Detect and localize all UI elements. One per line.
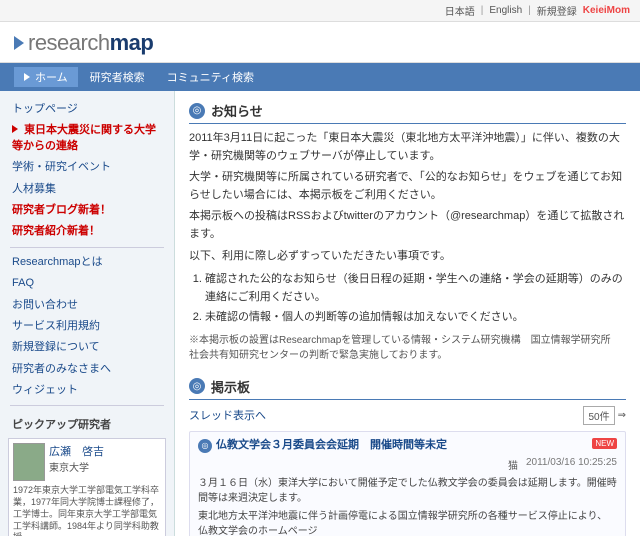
- post-datetime-1: 2011/03/16 10:25:25: [526, 457, 617, 472]
- nav-home[interactable]: ホーム: [14, 67, 78, 87]
- notice-para-4: 以下、利用に際し必ずすっていただきたい事項です。: [189, 248, 626, 266]
- post-item-1: ◎ 仏教文学会３月委員会会延期 開催時間等未定 NEW 猫 2011/03/16…: [189, 431, 626, 536]
- sidebar-item-blog[interactable]: 研究者ブログ新着！: [0, 200, 174, 221]
- sidebar-item-earthquake[interactable]: 東日本大震災に関する大学等からの連絡: [0, 120, 174, 157]
- pickup-title: ピックアップ研究者: [0, 412, 174, 434]
- sidebar-item-about[interactable]: Researchmapとは: [0, 252, 174, 273]
- notice-section: ◎ お知らせ 2011年3月11日に起こった「東日本大震災（東北地方太平洋沖地震…: [189, 101, 626, 363]
- nav-researcher-search[interactable]: 研究者検索: [80, 67, 155, 87]
- notice-section-title: お知らせ: [211, 101, 263, 120]
- sidebar-events-label: 学術・研究イベント: [12, 161, 111, 173]
- notice-list-item-1: 確認された公的なお知らせ（後日日程の延期・学生への連絡・学会の延期等）のみの連絡…: [205, 271, 626, 306]
- lang-separator: |: [481, 5, 484, 16]
- sidebar-item-widget[interactable]: ウィジェット: [0, 380, 174, 401]
- pickup-info: 広瀬 啓吉 東京大学: [49, 443, 104, 474]
- notice-footer: ※本掲示板の設置はResearchmapを管理している情報・システム研究機構 国…: [189, 333, 626, 363]
- separator-2: |: [528, 5, 531, 16]
- sidebar-item-terms[interactable]: サービス利用規約: [0, 316, 174, 337]
- notice-section-header: ◎ お知らせ: [189, 101, 626, 124]
- sidebar-item-contact[interactable]: お問い合わせ: [0, 295, 174, 316]
- sidebar-arrow-icon: [12, 125, 18, 133]
- pickup-photo: [13, 443, 45, 481]
- sidebar: トップページ 東日本大震災に関する大学等からの連絡 学術・研究イベント 人材募集…: [0, 91, 175, 536]
- board-section: ◎ 掲示板 スレッド表示へ 50件 ⇒ ◎ 仏教文学会３月委員会会延期 開催時間…: [189, 377, 626, 536]
- post-new-badge-1: NEW: [592, 438, 617, 449]
- header: researchmap: [0, 22, 640, 63]
- sidebar-item-register[interactable]: 新規登録について: [0, 337, 174, 358]
- post-meta-1: 猫 2011/03/16 10:25:25: [198, 457, 617, 472]
- sidebar-terms-label: サービス利用規約: [12, 320, 100, 332]
- new-registration-link[interactable]: 新規登録: [537, 3, 577, 18]
- board-count-icon: ⇒: [618, 410, 626, 421]
- pickup-university: 東京大学: [49, 459, 104, 474]
- sidebar-item-intro[interactable]: 研究者紹介新着！: [0, 221, 174, 242]
- pickup-name[interactable]: 広瀬 啓吉: [49, 443, 104, 459]
- nav-community-search[interactable]: コミュニティ検索: [157, 67, 264, 87]
- main-nav: ホーム 研究者検索 コミュニティ検索: [0, 63, 640, 91]
- notice-para-2: 大学・研究機関等に所属されている研究者で、「公的なお知らせ」をウェブを通じてお知…: [189, 169, 626, 204]
- lang-ja-link[interactable]: 日本語: [445, 3, 475, 18]
- post-body-text-2: 東北地方太平洋沖地震に伴う計画停電による国立情報学研究所の各種サービス停止により…: [198, 509, 617, 536]
- sidebar-nav-section: トップページ 東日本大震災に関する大学等からの連絡 学術・研究イベント 人材募集…: [0, 99, 174, 406]
- post-body-1: ３月１６日（水）東洋大学において開催予定でした仏教文学会の委員会は延期します。開…: [198, 476, 617, 536]
- board-controls: スレッド表示へ 50件 ⇒: [189, 406, 626, 425]
- nav-home-label: ホーム: [35, 69, 68, 85]
- notice-para-1: 2011年3月11日に起こった「東日本大震災（東北地方太平洋沖地震）」に伴い、複…: [189, 130, 626, 165]
- kk-logo: KeieiMom: [583, 5, 630, 16]
- sidebar-divider-2: [10, 405, 164, 406]
- post-icon-1: ◎: [198, 439, 212, 453]
- notice-list: 確認された公的なお知らせ（後日日程の延期・学生への連絡・学会の延期等）のみの連絡…: [205, 271, 626, 327]
- sidebar-item-events[interactable]: 学術・研究イベント: [0, 157, 174, 178]
- sidebar-item-researchers[interactable]: 研究者のみなさまへ: [0, 359, 174, 380]
- board-count: 50件 ⇒: [583, 406, 626, 425]
- nav-researcher-label: 研究者検索: [90, 69, 145, 85]
- pickup-box: 広瀬 啓吉 東京大学 1972年東京大学工学部電気工学科卒業，1977年同大学院…: [8, 438, 166, 536]
- notice-para-3: 本掲示板への投稿はRSSおよびtwitterのアカウント（@researchma…: [189, 208, 626, 243]
- board-section-icon: ◎: [189, 378, 205, 394]
- sidebar-contact-label: お問い合わせ: [12, 299, 78, 311]
- main-layout: トップページ 東日本大震災に関する大学等からの連絡 学術・研究イベント 人材募集…: [0, 91, 640, 536]
- sidebar-divider-1: [10, 247, 164, 248]
- site-logo: researchmap: [28, 30, 153, 56]
- sidebar-blog-label: 研究者ブログ新着！: [12, 204, 111, 216]
- nav-community-label: コミュニティ検索: [167, 69, 254, 85]
- notice-content: 2011年3月11日に起こった「東日本大震災（東北地方太平洋沖地震）」に伴い、複…: [189, 130, 626, 363]
- top-bar: 日本語 | English | 新規登録 KeieiMom: [0, 0, 640, 22]
- sidebar-item-faq[interactable]: FAQ: [0, 273, 174, 294]
- post-header-1: ◎ 仏教文学会３月委員会会延期 開催時間等未定 NEW: [198, 438, 617, 453]
- content-area: ◎ お知らせ 2011年3月11日に起こった「東日本大震災（東北地方太平洋沖地震…: [175, 91, 640, 536]
- sidebar-intro-label: 研究者紹介新着！: [12, 225, 100, 237]
- pickup-section: ピックアップ研究者 広瀬 啓吉 東京大学 1972年東京大学工学部電気工学科卒業…: [0, 412, 174, 536]
- pickup-person: 広瀬 啓吉 東京大学: [13, 443, 161, 481]
- sidebar-earthquake-label: 東日本大震災に関する大学等からの連絡: [12, 124, 156, 151]
- lang-en-link[interactable]: English: [489, 5, 522, 16]
- logo-research: research: [28, 30, 110, 55]
- logo-map: map: [110, 30, 154, 55]
- board-section-title: 掲示板: [211, 377, 250, 396]
- post-title-link-1[interactable]: 仏教文学会３月委員会会延期 開催時間等未定: [216, 438, 585, 453]
- sidebar-about-label: Researchmapとは: [12, 256, 102, 268]
- notice-section-icon: ◎: [189, 103, 205, 119]
- logo-arrow-icon: [14, 36, 24, 50]
- board-count-value: 50件: [583, 406, 614, 425]
- board-section-header: ◎ 掲示板: [189, 377, 626, 400]
- sidebar-item-jobs[interactable]: 人材募集: [0, 179, 174, 200]
- sidebar-register-label: 新規登録について: [12, 341, 100, 353]
- sidebar-faq-label: FAQ: [12, 277, 34, 289]
- sidebar-item-top[interactable]: トップページ: [0, 99, 174, 120]
- sidebar-researchers-label: 研究者のみなさまへ: [12, 363, 111, 375]
- notice-list-item-2: 未確認の情報・個人の判断等の追加情報は加えないでください。: [205, 309, 626, 327]
- nav-arrow-icon: [24, 73, 30, 81]
- post-username-1: 猫: [508, 457, 518, 472]
- post-body-text-1: ３月１６日（水）東洋大学において開催予定でした仏教文学会の委員会は延期します。開…: [198, 476, 617, 506]
- sidebar-widget-label: ウィジェット: [12, 384, 78, 396]
- sidebar-jobs-label: 人材募集: [12, 183, 56, 195]
- sidebar-top-label: トップページ: [12, 103, 78, 115]
- thread-view-link[interactable]: スレッド表示へ: [189, 407, 266, 423]
- pickup-bio: 1972年東京大学工学部電気工学科卒業，1977年同大学院博士課程修了，工学博士…: [13, 485, 161, 536]
